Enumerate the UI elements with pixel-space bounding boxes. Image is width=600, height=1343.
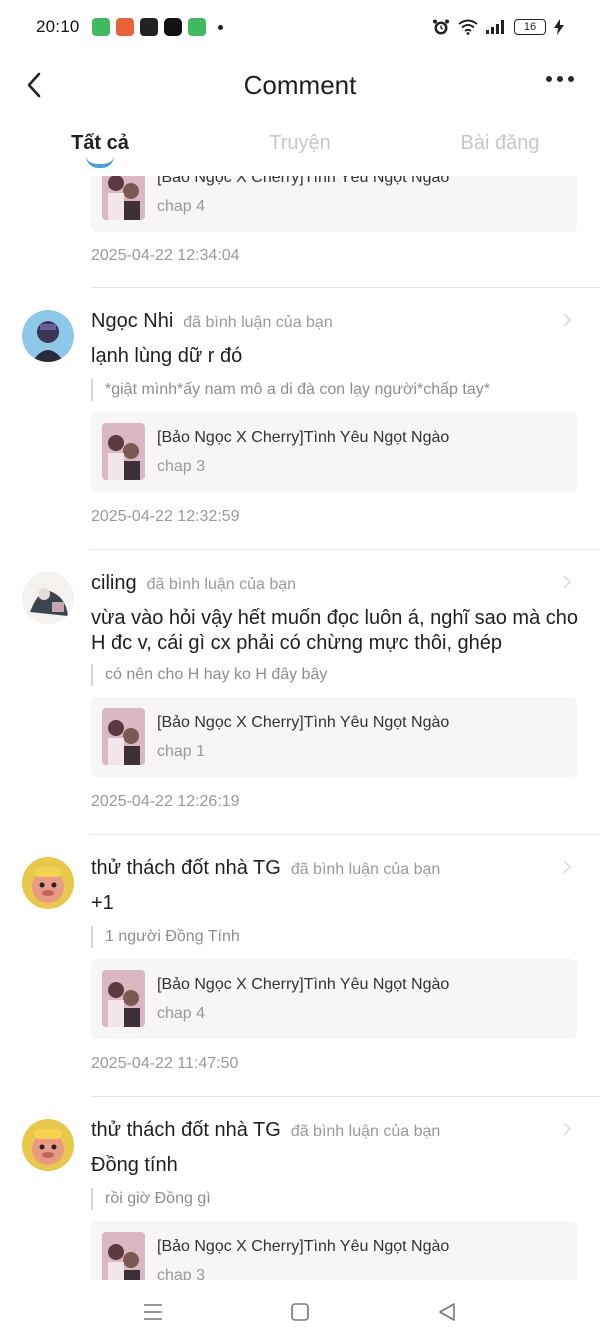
comment-header: thử thách đốt nhà TG đã bình luận của bạ… (91, 1119, 440, 1142)
story-cover-image (102, 1232, 145, 1280)
story-title: [Bảo Ngọc X Cherry]Tình Yêu Ngọt Ngào (157, 714, 450, 731)
status-app-icons (91, 18, 223, 36)
story-title: [Bảo Ngọc X Cherry]Tình Yêu Ngọt Ngào (157, 429, 450, 446)
status-bar: 20:10 16 (0, 0, 600, 54)
charging-icon (554, 19, 564, 35)
chevron-left-icon (27, 72, 41, 98)
signal-icon (486, 20, 504, 34)
list-item[interactable]: thử thách đốt nhà TG đã bình luận của bạ… (0, 1097, 600, 1280)
triangle-back-icon (438, 1302, 455, 1321)
comment-time: 2025-04-22 12:34:04 (91, 247, 240, 264)
home-button[interactable] (280, 1292, 320, 1332)
game-icon (115, 18, 134, 36)
chat-icon (187, 18, 206, 36)
story-card[interactable]: [Bảo Ngọc X Cherry]Tình Yêu Ngọt Ngào ch… (91, 176, 577, 232)
comment-text: +1 (91, 892, 114, 914)
quoted-comment: rồi giờ Đồng gì (91, 1188, 211, 1210)
status-indicators: 16 (432, 18, 564, 36)
avatar[interactable] (22, 310, 74, 362)
comment-list[interactable]: [Bảo Ngọc X Cherry]Tình Yêu Ngọt Ngào ch… (0, 176, 600, 1280)
comment-time: 2025-04-22 12:32:59 (91, 508, 240, 525)
chapter-label: chap 4 (157, 1005, 206, 1022)
battery-icon: 16 (514, 19, 546, 35)
story-cover-image (102, 423, 145, 480)
quoted-comment: *giật mình*ấy nam mô a di đà con lạy ngư… (91, 379, 490, 401)
youtube-icon (163, 18, 182, 36)
tab-stories[interactable]: Truyện (200, 120, 400, 176)
story-cover-image (102, 176, 145, 220)
story-cover-image (102, 970, 145, 1027)
list-item[interactable]: ciling đã bình luận của bạn vừa vào hỏi … (0, 550, 600, 835)
username[interactable]: Ngọc Nhi (91, 310, 173, 333)
wechat-icon (91, 18, 110, 36)
avatar[interactable] (22, 1119, 74, 1171)
list-item[interactable]: thử thách đốt nhà TG đã bình luận của bạ… (0, 835, 600, 1097)
comment-text: Đồng tính (91, 1154, 178, 1176)
story-title: [Bảo Ngọc X Cherry]Tình Yêu Ngọt Ngào (157, 976, 450, 993)
comment-header: ciling đã bình luận của bạn (91, 572, 296, 595)
action-text: đã bình luận của bạn (290, 1123, 441, 1140)
tab-posts[interactable]: Bài đăng (400, 120, 600, 176)
action-text: đã bình luận của bạn (146, 576, 297, 593)
status-time: 20:10 (36, 17, 80, 36)
username[interactable]: thử thách đốt nhà TG (91, 1119, 281, 1142)
comment-text: vừa vào hỏi vậy hết muốn đọc luôn á, ngh… (91, 607, 579, 654)
chapter-label: chap 3 (157, 1267, 206, 1280)
tab-stories-label: Truyện (269, 132, 331, 154)
action-text: đã bình luận của bạn (183, 314, 333, 331)
chapter-label: chap 3 (157, 458, 206, 475)
story-card[interactable]: [Bảo Ngọc X Cherry]Tình Yêu Ngọt Ngào ch… (91, 412, 577, 492)
story-card[interactable]: [Bảo Ngọc X Cherry]Tình Yêu Ngọt Ngào ch… (91, 697, 577, 777)
recents-button[interactable] (133, 1292, 173, 1332)
quoted-comment: có nên cho H hay ko H đây bây (91, 664, 327, 686)
story-card[interactable]: [Bảo Ngọc X Cherry]Tình Yêu Ngọt Ngào ch… (91, 959, 577, 1039)
chevron-right-icon[interactable] (562, 859, 572, 875)
chapter-label: chap 1 (157, 743, 206, 760)
chevron-right-icon[interactable] (562, 1121, 572, 1137)
page-title: Comment (243, 69, 357, 100)
story-card[interactable]: [Bảo Ngọc X Cherry]Tình Yêu Ngọt Ngào ch… (91, 1221, 577, 1280)
tab-posts-label: Bài đăng (460, 132, 540, 154)
chapter-label: chap 4 (157, 198, 206, 215)
chevron-right-icon[interactable] (562, 574, 572, 590)
comment-header: Ngọc Nhi đã bình luận của bạn (91, 310, 333, 333)
tab-bar: Tất cả Truyện Bài đăng (0, 120, 600, 176)
back-button[interactable] (20, 70, 48, 100)
alarm-icon (433, 19, 449, 35)
list-item[interactable]: Ngọc Nhi đã bình luận của bạn lạnh lùng … (0, 288, 600, 550)
chevron-right-icon[interactable] (562, 312, 572, 328)
comment-time: 2025-04-22 12:26:19 (91, 793, 240, 810)
list-item: [Bảo Ngọc X Cherry]Tình Yêu Ngọt Ngào ch… (0, 176, 600, 288)
system-nav-bar (0, 1280, 600, 1343)
story-title: [Bảo Ngọc X Cherry]Tình Yêu Ngọt Ngào (157, 176, 450, 186)
wifi-icon (458, 19, 478, 35)
system-back-button[interactable] (427, 1292, 467, 1332)
square-icon (291, 1302, 309, 1321)
avatar[interactable] (22, 857, 74, 909)
h-app-icon (139, 18, 158, 36)
notification-dot-icon (217, 24, 223, 30)
more-dot-icon (546, 76, 552, 82)
username[interactable]: thử thách đốt nhà TG (91, 857, 281, 880)
avatar[interactable] (22, 572, 74, 624)
more-dot-icon (557, 76, 563, 82)
comment-header: thử thách đốt nhà TG đã bình luận của bạ… (91, 857, 440, 880)
story-title: [Bảo Ngọc X Cherry]Tình Yêu Ngọt Ngào (157, 1238, 450, 1255)
more-options-button[interactable] (546, 76, 574, 82)
comment-time: 2025-04-22 11:47:50 (91, 1055, 239, 1072)
comment-text: lạnh lùng dữ r đó (91, 345, 243, 367)
quoted-comment: 1 người Đồng Tính (91, 926, 240, 948)
tab-all-label: Tất cả (71, 132, 129, 154)
header: Comment (0, 54, 600, 116)
username[interactable]: ciling (91, 572, 137, 595)
action-text: đã bình luận của bạn (290, 861, 441, 878)
story-cover-image (102, 708, 145, 765)
menu-icon (144, 1303, 163, 1320)
more-dot-icon (568, 76, 574, 82)
